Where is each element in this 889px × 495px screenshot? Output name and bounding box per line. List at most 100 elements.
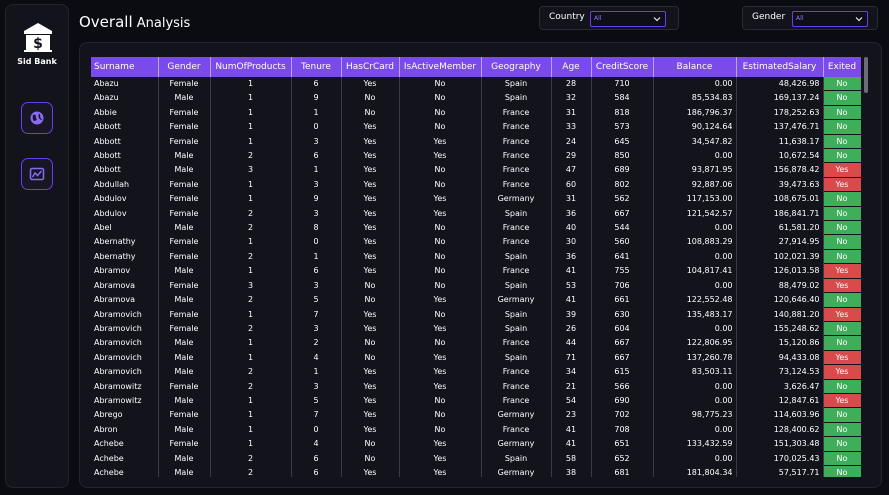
table-row[interactable]: Abbott Male 2 6 Yes Yes France 29 850 0.00 10,672.…: [91, 148, 861, 164]
nav-chart-button[interactable]: [21, 158, 53, 190]
table-row[interactable]: Abramovich Male 1 4 No Yes Spain 71 667 137,260.7…: [91, 350, 861, 366]
cell-estimatedsalary: 61,581.20: [736, 220, 824, 235]
table-row[interactable]: Abdullah Female 1 3 Yes No France 60 802 92,887.0…: [91, 177, 861, 193]
gender-filter: Gender All: [742, 6, 878, 30]
column-header-tenure[interactable]: Tenure: [291, 57, 342, 77]
cell-age: 33: [551, 119, 592, 135]
column-header-surname[interactable]: Surname: [91, 57, 159, 77]
cell-balance: 186,796.37: [653, 105, 737, 120]
cell-hascrcard: Yes: [341, 393, 400, 408]
cell-estimatedsalary: 155,248.62: [736, 321, 824, 336]
cell-surname: Abazu: [91, 90, 159, 106]
cell-gender: Female: [158, 307, 211, 322]
table-row[interactable]: Abramovich Female 1 7 Yes No Spain 39 630 135,483…: [91, 307, 861, 322]
cell-hascrcard: Yes: [341, 234, 400, 250]
column-header-numofproducts[interactable]: NumOfProducts: [210, 57, 292, 77]
column-header-isactivemember[interactable]: IsActiveMember: [399, 57, 482, 77]
column-header-exited[interactable]: Exited: [823, 57, 861, 77]
table-row[interactable]: Abdulov Female 2 3 Yes Yes Spain 36 667 121,542.5…: [91, 206, 861, 222]
cell-surname: Abramova: [91, 292, 159, 307]
column-header-creditscore[interactable]: CreditScore: [591, 57, 654, 77]
table-row[interactable]: Abbie Female 1 1 No No France 31 818 186,796.37 17…: [91, 105, 861, 121]
country-filter-label: Country: [549, 12, 585, 22]
cell-balance: 108,883.29: [653, 234, 737, 250]
table-scrollbar[interactable]: [864, 57, 868, 93]
cell-geography: Germany: [481, 407, 552, 423]
cell-tenure: 7: [291, 407, 342, 423]
cell-exited: No: [823, 234, 861, 250]
cell-exited: Yes: [823, 307, 861, 322]
cell-exited: No: [823, 436, 861, 452]
page-title-main: Overall: [79, 13, 133, 31]
table-row[interactable]: Abazu Male 1 9 No No Spain 32 584 85,534.83 169,13…: [91, 90, 861, 106]
column-header-hascrcard[interactable]: HasCrCard: [341, 57, 400, 77]
table-row[interactable]: Abbott Male 3 1 Yes No France 47 689 93,871.95 156…: [91, 162, 861, 178]
table-row[interactable]: Abramowitz Male 1 5 Yes No France 54 690 0.00 12,8…: [91, 393, 861, 409]
cell-surname: Achebe: [91, 436, 159, 452]
bank-dollar-icon[interactable]: $: [22, 21, 54, 53]
cell-estimatedsalary: 126,013.58: [736, 263, 824, 279]
cell-geography: France: [481, 379, 552, 394]
table-row[interactable]: Abbott Female 1 3 Yes Yes France 24 645 34,547.82…: [91, 134, 861, 150]
cell-numofproducts: 3: [210, 162, 292, 178]
gender-select-value: All: [796, 15, 804, 22]
table-row[interactable]: Abrego Female 1 7 Yes No Germany 23 702 98,775.23…: [91, 407, 861, 423]
country-select[interactable]: All: [590, 11, 666, 27]
cell-age: 34: [551, 364, 592, 380]
cell-gender: Female: [158, 321, 211, 336]
cell-estimatedsalary: 114,603.96: [736, 407, 824, 423]
cell-creditscore: 802: [591, 177, 654, 192]
cell-age: 38: [551, 465, 592, 477]
cell-hascrcard: No: [341, 292, 400, 307]
column-header-geography[interactable]: Geography: [481, 57, 552, 77]
table-row[interactable]: Abramovich Male 1 2 No No France 44 667 122,806.9…: [91, 335, 861, 351]
table-row[interactable]: Abbott Female 1 0 Yes No France 33 573 90,124.64 1…: [91, 119, 861, 135]
table-row[interactable]: Abdulov Female 1 9 Yes Yes Germany 31 562 117,153…: [91, 191, 861, 207]
nav-geography-button[interactable]: [21, 102, 53, 134]
cell-estimatedsalary: 178,252.63: [736, 105, 824, 120]
cell-creditscore: 755: [591, 263, 654, 279]
cell-numofproducts: 1: [210, 436, 292, 452]
table-row[interactable]: Abernathy Female 2 1 Yes No Spain 36 641 0.00 102,…: [91, 249, 861, 265]
cell-geography: Germany: [481, 191, 552, 207]
table-row[interactable]: Abramovich Female 2 3 Yes Yes Spain 26 604 0.00 15…: [91, 321, 861, 337]
table-row[interactable]: Abramovich Male 2 1 Yes Yes France 34 615 83,503.…: [91, 364, 861, 380]
column-header-estimatedsalary[interactable]: EstimatedSalary: [736, 57, 824, 77]
cell-geography: Spain: [481, 307, 552, 322]
globe-icon: [30, 111, 44, 125]
table-row[interactable]: Achebe Male 2 6 No Yes Spain 58 652 0.00 170,025.4…: [91, 451, 861, 466]
table-row[interactable]: Achebe Male 2 6 Yes Yes Germany 38 681 181,804.34…: [91, 465, 861, 477]
column-header-age[interactable]: Age: [551, 57, 592, 77]
cell-tenure: 3: [291, 321, 342, 336]
table-row[interactable]: Abazu Female 1 6 Yes No Spain 28 710 0.00 48,426.9…: [91, 77, 861, 92]
table-row[interactable]: Abel Male 2 8 Yes No France 40 544 0.00 61,581.20 N…: [91, 220, 861, 236]
cell-hascrcard: Yes: [341, 321, 400, 336]
cell-isactivemember: Yes: [399, 191, 482, 207]
page-title-sub: Analysis: [132, 16, 191, 31]
cell-geography: Spain: [481, 249, 552, 264]
cell-geography: Spain: [481, 206, 552, 221]
cell-geography: France: [481, 335, 552, 351]
column-header-balance[interactable]: Balance: [653, 57, 737, 77]
table-row[interactable]: Abramova Female 3 3 No No Spain 53 706 0.00 88,479…: [91, 278, 861, 294]
cell-creditscore: 689: [591, 162, 654, 178]
table-row[interactable]: Abernathy Female 1 0 Yes No France 30 560 108,883…: [91, 234, 861, 250]
table-row[interactable]: Abramowitz Female 2 3 Yes Yes France 21 566 0.00 3…: [91, 379, 861, 394]
customer-table-container[interactable]: Surname Gender NumOfProducts Tenure HasCrCar…: [91, 57, 861, 477]
table-row[interactable]: Abramova Male 2 5 No Yes Germany 41 661 122,552.4…: [91, 292, 861, 308]
table-row[interactable]: Abramov Male 1 6 Yes No France 41 755 104,817.41 1…: [91, 263, 861, 279]
cell-geography: France: [481, 177, 552, 192]
cell-isactivemember: Yes: [399, 379, 482, 394]
cell-age: 26: [551, 321, 592, 336]
cell-estimatedsalary: 94,433.08: [736, 350, 824, 365]
cell-hascrcard: Yes: [341, 191, 400, 207]
cell-isactivemember: Yes: [399, 134, 482, 149]
cell-isactivemember: Yes: [399, 364, 482, 380]
table-row[interactable]: Abron Male 1 0 Yes No France 41 708 0.00 128,400.6…: [91, 422, 861, 438]
table-row[interactable]: Achebe Female 1 4 No Yes Germany 41 651 133,432.5…: [91, 436, 861, 452]
cell-balance: 0.00: [653, 422, 737, 437]
cell-exited: Yes: [823, 263, 861, 279]
column-header-gender[interactable]: Gender: [158, 57, 211, 77]
cell-surname: Achebe: [91, 465, 159, 477]
gender-select[interactable]: All: [792, 11, 868, 27]
